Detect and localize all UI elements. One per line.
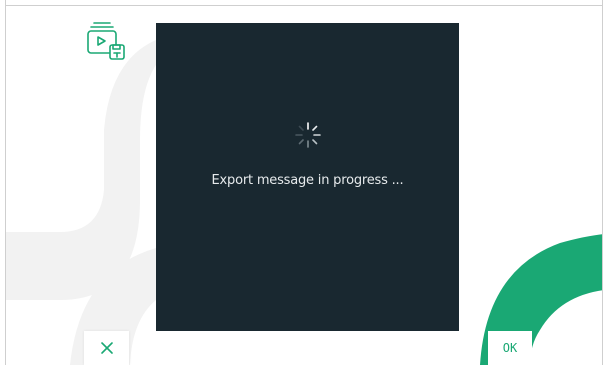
frame-top-border (0, 0, 604, 6)
frame-left-border (0, 0, 6, 365)
dialog-message: Export message in progress ... (211, 173, 404, 188)
video-message-save-icon (87, 22, 125, 60)
screen: Export message in progress ... OK (0, 0, 604, 365)
ok-button[interactable]: OK (488, 331, 532, 365)
export-progress-dialog: Export message in progress ... (156, 23, 459, 331)
cancel-button[interactable] (84, 331, 129, 365)
loading-spinner-icon (295, 122, 321, 148)
close-icon (100, 342, 113, 354)
